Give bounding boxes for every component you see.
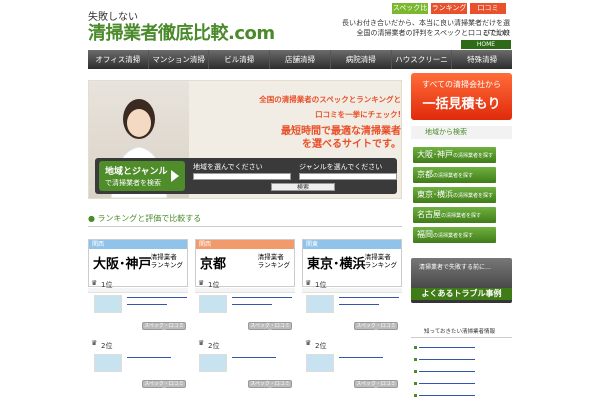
hero-text-1: 全国の清掃業者のスペックとランキングと xyxy=(259,95,401,104)
estimate-cta-button[interactable]: すべての清掃会社から 一括見積もり xyxy=(411,73,512,120)
nav-hospital[interactable]: 病院清掃 xyxy=(331,50,392,69)
nav-store[interactable]: 店舗清掃 xyxy=(270,50,331,69)
card-region: 関東 xyxy=(303,240,401,249)
home-button[interactable]: HOME xyxy=(461,40,511,49)
card-city: 東京･横浜 xyxy=(307,257,366,272)
search-title-box: 地域とジャンル で清掃業者を検索 xyxy=(99,161,185,191)
top-link-spec[interactable]: スペック比較 xyxy=(392,3,428,23)
area-button-tokyo[interactable]: 東京･横浜の清掃業者を探す xyxy=(413,187,496,203)
more-button[interactable]: スペック・口コミを見る xyxy=(354,380,398,394)
company-link[interactable] xyxy=(127,304,167,308)
crown-icon: ♛ xyxy=(198,279,205,287)
card-region: 関西 xyxy=(89,240,187,249)
top-link-ranking[interactable]: ランキング xyxy=(431,3,467,14)
hero-text-4: を選べるサイトです。 xyxy=(302,139,401,150)
search-title: 地域とジャンル xyxy=(105,167,168,177)
bullet-icon xyxy=(414,394,417,397)
bullet-icon xyxy=(414,370,417,373)
more-button[interactable]: スペック・口コミを見る xyxy=(142,380,186,394)
rank-second: 2位 xyxy=(101,342,113,350)
crown-icon: ♛ xyxy=(198,339,205,347)
rank-second: 2位 xyxy=(315,342,327,350)
genre-select[interactable] xyxy=(299,173,397,180)
crown-icon: ♛ xyxy=(91,339,98,347)
section-title: ● ランキングと評価で比較する xyxy=(88,213,402,227)
trouble-cases-banner[interactable]: 清掃業者で失敗する前に… よくあるトラブル事例 xyxy=(411,258,512,303)
crown-icon: ♛ xyxy=(305,339,312,347)
area-select[interactable] xyxy=(193,173,291,180)
info-heading: 知っておきたい清掃業者情報 xyxy=(411,326,512,338)
area-button-nagoya[interactable]: 名古屋の清掃業者を探す xyxy=(413,207,496,223)
company-thumbnail xyxy=(199,295,227,313)
company-link[interactable] xyxy=(339,357,383,361)
area-button-fukuoka[interactable]: 福岡の清掃業者を探す xyxy=(413,227,496,243)
company-thumbnail xyxy=(94,295,122,313)
more-button[interactable]: スペック・口コミを見る xyxy=(354,322,398,336)
more-button[interactable]: スペック・口コミを見る xyxy=(142,322,186,336)
area-search-heading: 地域から検索 xyxy=(411,126,512,139)
card-city: 大阪･神戸 xyxy=(93,257,152,272)
top-link-review[interactable]: 口コミ xyxy=(470,3,506,14)
info-link[interactable] xyxy=(419,371,475,374)
company-link[interactable] xyxy=(339,297,399,301)
nav-special[interactable]: 特殊清掃 xyxy=(452,50,512,69)
company-link[interactable] xyxy=(339,304,379,308)
bullet-icon xyxy=(414,358,417,361)
card-subtitle: 清掃業者 ランキング xyxy=(150,253,183,269)
cta-line-2: 一括見積もり xyxy=(422,97,501,112)
card-subtitle: 清掃業者 ランキング xyxy=(364,253,397,269)
nav-mansion[interactable]: マンション清掃 xyxy=(149,50,210,69)
company-thumbnail xyxy=(199,354,227,372)
nav-house-cleaning[interactable]: ハウスクリーニング xyxy=(392,50,453,83)
info-link[interactable] xyxy=(419,347,475,350)
bullet-icon xyxy=(414,382,417,385)
more-button[interactable]: スペック・口コミを見る xyxy=(248,322,292,336)
main-nav: オフィス清掃 マンション清掃 ビル清掃 店舗清掃 病院清掃 ハウスクリーニング … xyxy=(88,50,512,83)
company-link[interactable] xyxy=(127,357,171,361)
card-region: 関西 xyxy=(196,240,294,249)
bullet-icon xyxy=(414,346,417,349)
trouble-line-1: 清掃業者で失敗する前に… xyxy=(419,264,492,271)
section-title-text: ランキングと評価で比較する xyxy=(97,214,202,223)
more-button[interactable]: スペック・口コミを見る xyxy=(248,380,292,394)
search-subtitle: で清掃業者を検索 xyxy=(105,179,161,187)
trouble-line-2: よくあるトラブル事例 xyxy=(411,288,512,300)
rank-first: 1位 xyxy=(208,281,220,289)
genre-select-label: ジャンルを選んでください xyxy=(299,163,383,171)
nav-office[interactable]: オフィス清掃 xyxy=(88,50,149,69)
rank-second: 2位 xyxy=(208,342,220,350)
company-link[interactable] xyxy=(127,297,187,301)
info-link[interactable] xyxy=(419,383,475,386)
info-link[interactable] xyxy=(419,359,475,362)
card-subtitle: 清掃業者 ランキング xyxy=(257,253,290,269)
header-description-2: 全国の清掃業者の評判をスペックと口コミで比較 xyxy=(356,29,510,37)
company-thumbnail xyxy=(306,295,334,313)
rank-first: 1位 xyxy=(101,281,113,289)
cta-line-1: すべての清掃会社から xyxy=(421,80,502,89)
info-link[interactable] xyxy=(419,395,475,398)
search-panel: 地域とジャンル で清掃業者を検索 地域を選んでください ジャンルを選んでください… xyxy=(95,158,397,194)
company-link[interactable] xyxy=(232,304,272,308)
company-link[interactable] xyxy=(232,357,276,361)
crown-icon: ♛ xyxy=(91,279,98,287)
company-thumbnail xyxy=(306,354,334,372)
crown-icon: ♛ xyxy=(305,279,312,287)
people-icon: ● xyxy=(88,214,95,223)
site-logo[interactable]: 清掃業者徹底比較.com xyxy=(88,19,275,45)
card-city: 京都 xyxy=(200,257,227,272)
nav-building[interactable]: ビル清掃 xyxy=(209,50,271,69)
company-link[interactable] xyxy=(232,297,292,301)
area-select-label: 地域を選んでください xyxy=(193,163,263,171)
company-thumbnail xyxy=(94,354,122,372)
rank-first: 1位 xyxy=(315,281,327,289)
area-button-osaka[interactable]: 大阪･神戸の清掃業者を探す xyxy=(413,147,496,163)
hero-text-2: 口コミを一挙にチェック! xyxy=(315,110,401,119)
area-button-kyoto[interactable]: 京都の清掃業者を探す xyxy=(413,167,496,183)
arrow-right-icon xyxy=(171,170,179,182)
hero-banner: 全国の清掃業者のスペックとランキングと 口コミを一挙にチェック! 最短時間で最適… xyxy=(88,80,402,199)
search-button[interactable]: 検索 xyxy=(271,183,335,191)
